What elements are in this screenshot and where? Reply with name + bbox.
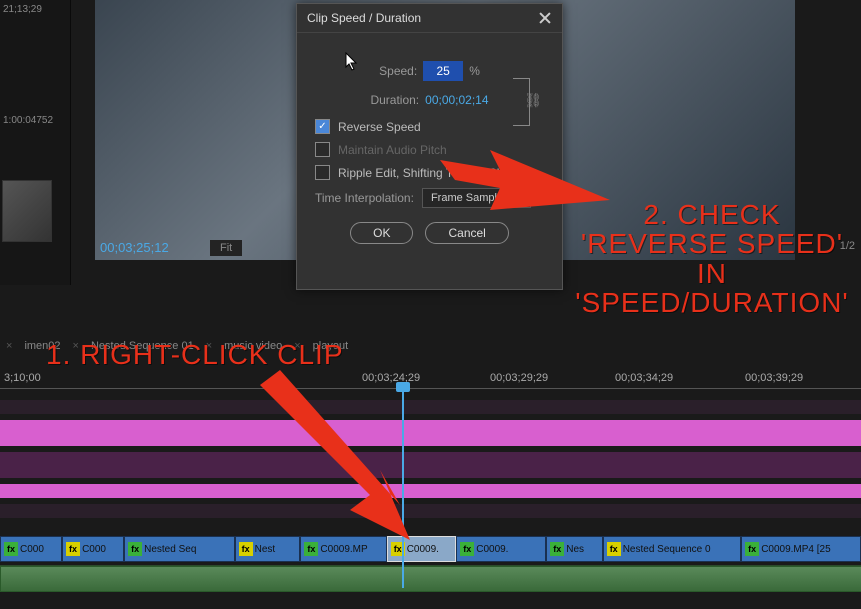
ruler-tick: 00;03;34;29 — [615, 372, 673, 384]
reverse-speed-row[interactable]: Reverse Speed — [315, 119, 544, 134]
speed-unit: % — [469, 64, 480, 78]
ripple-edit-checkbox[interactable] — [315, 165, 330, 180]
fx-badge: fx — [607, 542, 621, 556]
timeline-tracks — [0, 400, 861, 524]
source-timecode: 21;13;29 — [3, 4, 42, 15]
track[interactable] — [0, 484, 861, 498]
close-icon[interactable] — [538, 11, 552, 25]
fx-badge: fx — [550, 542, 564, 556]
track[interactable] — [0, 504, 861, 518]
timeline-clip[interactable]: fxC0009.MP4 [25 — [741, 536, 861, 562]
track[interactable] — [0, 452, 861, 478]
track[interactable] — [0, 400, 861, 414]
tab-close-icon[interactable]: × — [6, 340, 12, 352]
timeline-clip[interactable]: fxNested Seq — [124, 536, 235, 562]
maintain-pitch-checkbox — [315, 142, 330, 157]
timeline-clip[interactable]: fxC0009. — [456, 536, 546, 562]
maintain-pitch-label: Maintain Audio Pitch — [338, 143, 447, 157]
dialog-title: Clip Speed / Duration — [307, 4, 421, 32]
audio-clip[interactable] — [0, 566, 861, 592]
fx-badge: fx — [4, 542, 18, 556]
track[interactable] — [0, 420, 861, 446]
annotation-arrow — [260, 370, 410, 540]
link-icon[interactable]: ⛓ — [524, 92, 542, 109]
bin-thumbnail[interactable] — [2, 180, 52, 242]
cursor-icon — [345, 52, 359, 72]
zoom-fit-dropdown[interactable]: Fit — [210, 240, 242, 256]
fx-badge: fx — [239, 542, 253, 556]
source-panel: 21;13;29 1:00:04752 — [0, 0, 71, 285]
timeline-clip[interactable]: fxNes — [546, 536, 602, 562]
speed-label: Speed: — [379, 64, 417, 78]
time-interpolation-label: Time Interpolation: — [315, 191, 414, 205]
audio-track[interactable] — [0, 565, 861, 592]
duration-value[interactable]: 00;00;02;14 — [425, 93, 488, 107]
timeline-clip[interactable]: fxC000 — [0, 536, 62, 562]
annotation-step2: 2. Check 'Reverse Speed' in 'Speed/Durat… — [562, 200, 861, 318]
annotation-step1: 1. Right-click clip — [46, 340, 344, 369]
ruler-tick: 3;10;00 — [4, 372, 41, 384]
ruler-tick: 00;03;29;29 — [490, 372, 548, 384]
fx-badge: fx — [745, 542, 759, 556]
source-timecode-2: 1:00:04752 — [3, 115, 53, 126]
reverse-speed-checkbox[interactable] — [315, 119, 330, 134]
fx-badge: fx — [304, 542, 318, 556]
duration-label: Duration: — [370, 93, 419, 107]
fx-badge: fx — [460, 542, 474, 556]
ruler-tick: 00;03;39;29 — [745, 372, 803, 384]
timeline-clip[interactable]: fxC000 — [62, 536, 124, 562]
timeline-clip[interactable]: fxNested Sequence 0 — [603, 536, 741, 562]
video-track[interactable]: fxC000 fxC000 fxNested Seq fxNest fxC000… — [0, 536, 861, 562]
fx-badge: fx — [66, 542, 80, 556]
fx-badge: fx — [128, 542, 142, 556]
timeline-ruler[interactable]: 3;10;00 00;03;24;29 00;03;29;29 00;03;34… — [0, 372, 861, 398]
ok-button[interactable]: OK — [350, 222, 413, 244]
cancel-button[interactable]: Cancel — [425, 222, 508, 244]
program-timecode[interactable]: 00;03;25;12 — [100, 240, 169, 255]
reverse-speed-label: Reverse Speed — [338, 120, 421, 134]
speed-input[interactable] — [423, 61, 463, 81]
